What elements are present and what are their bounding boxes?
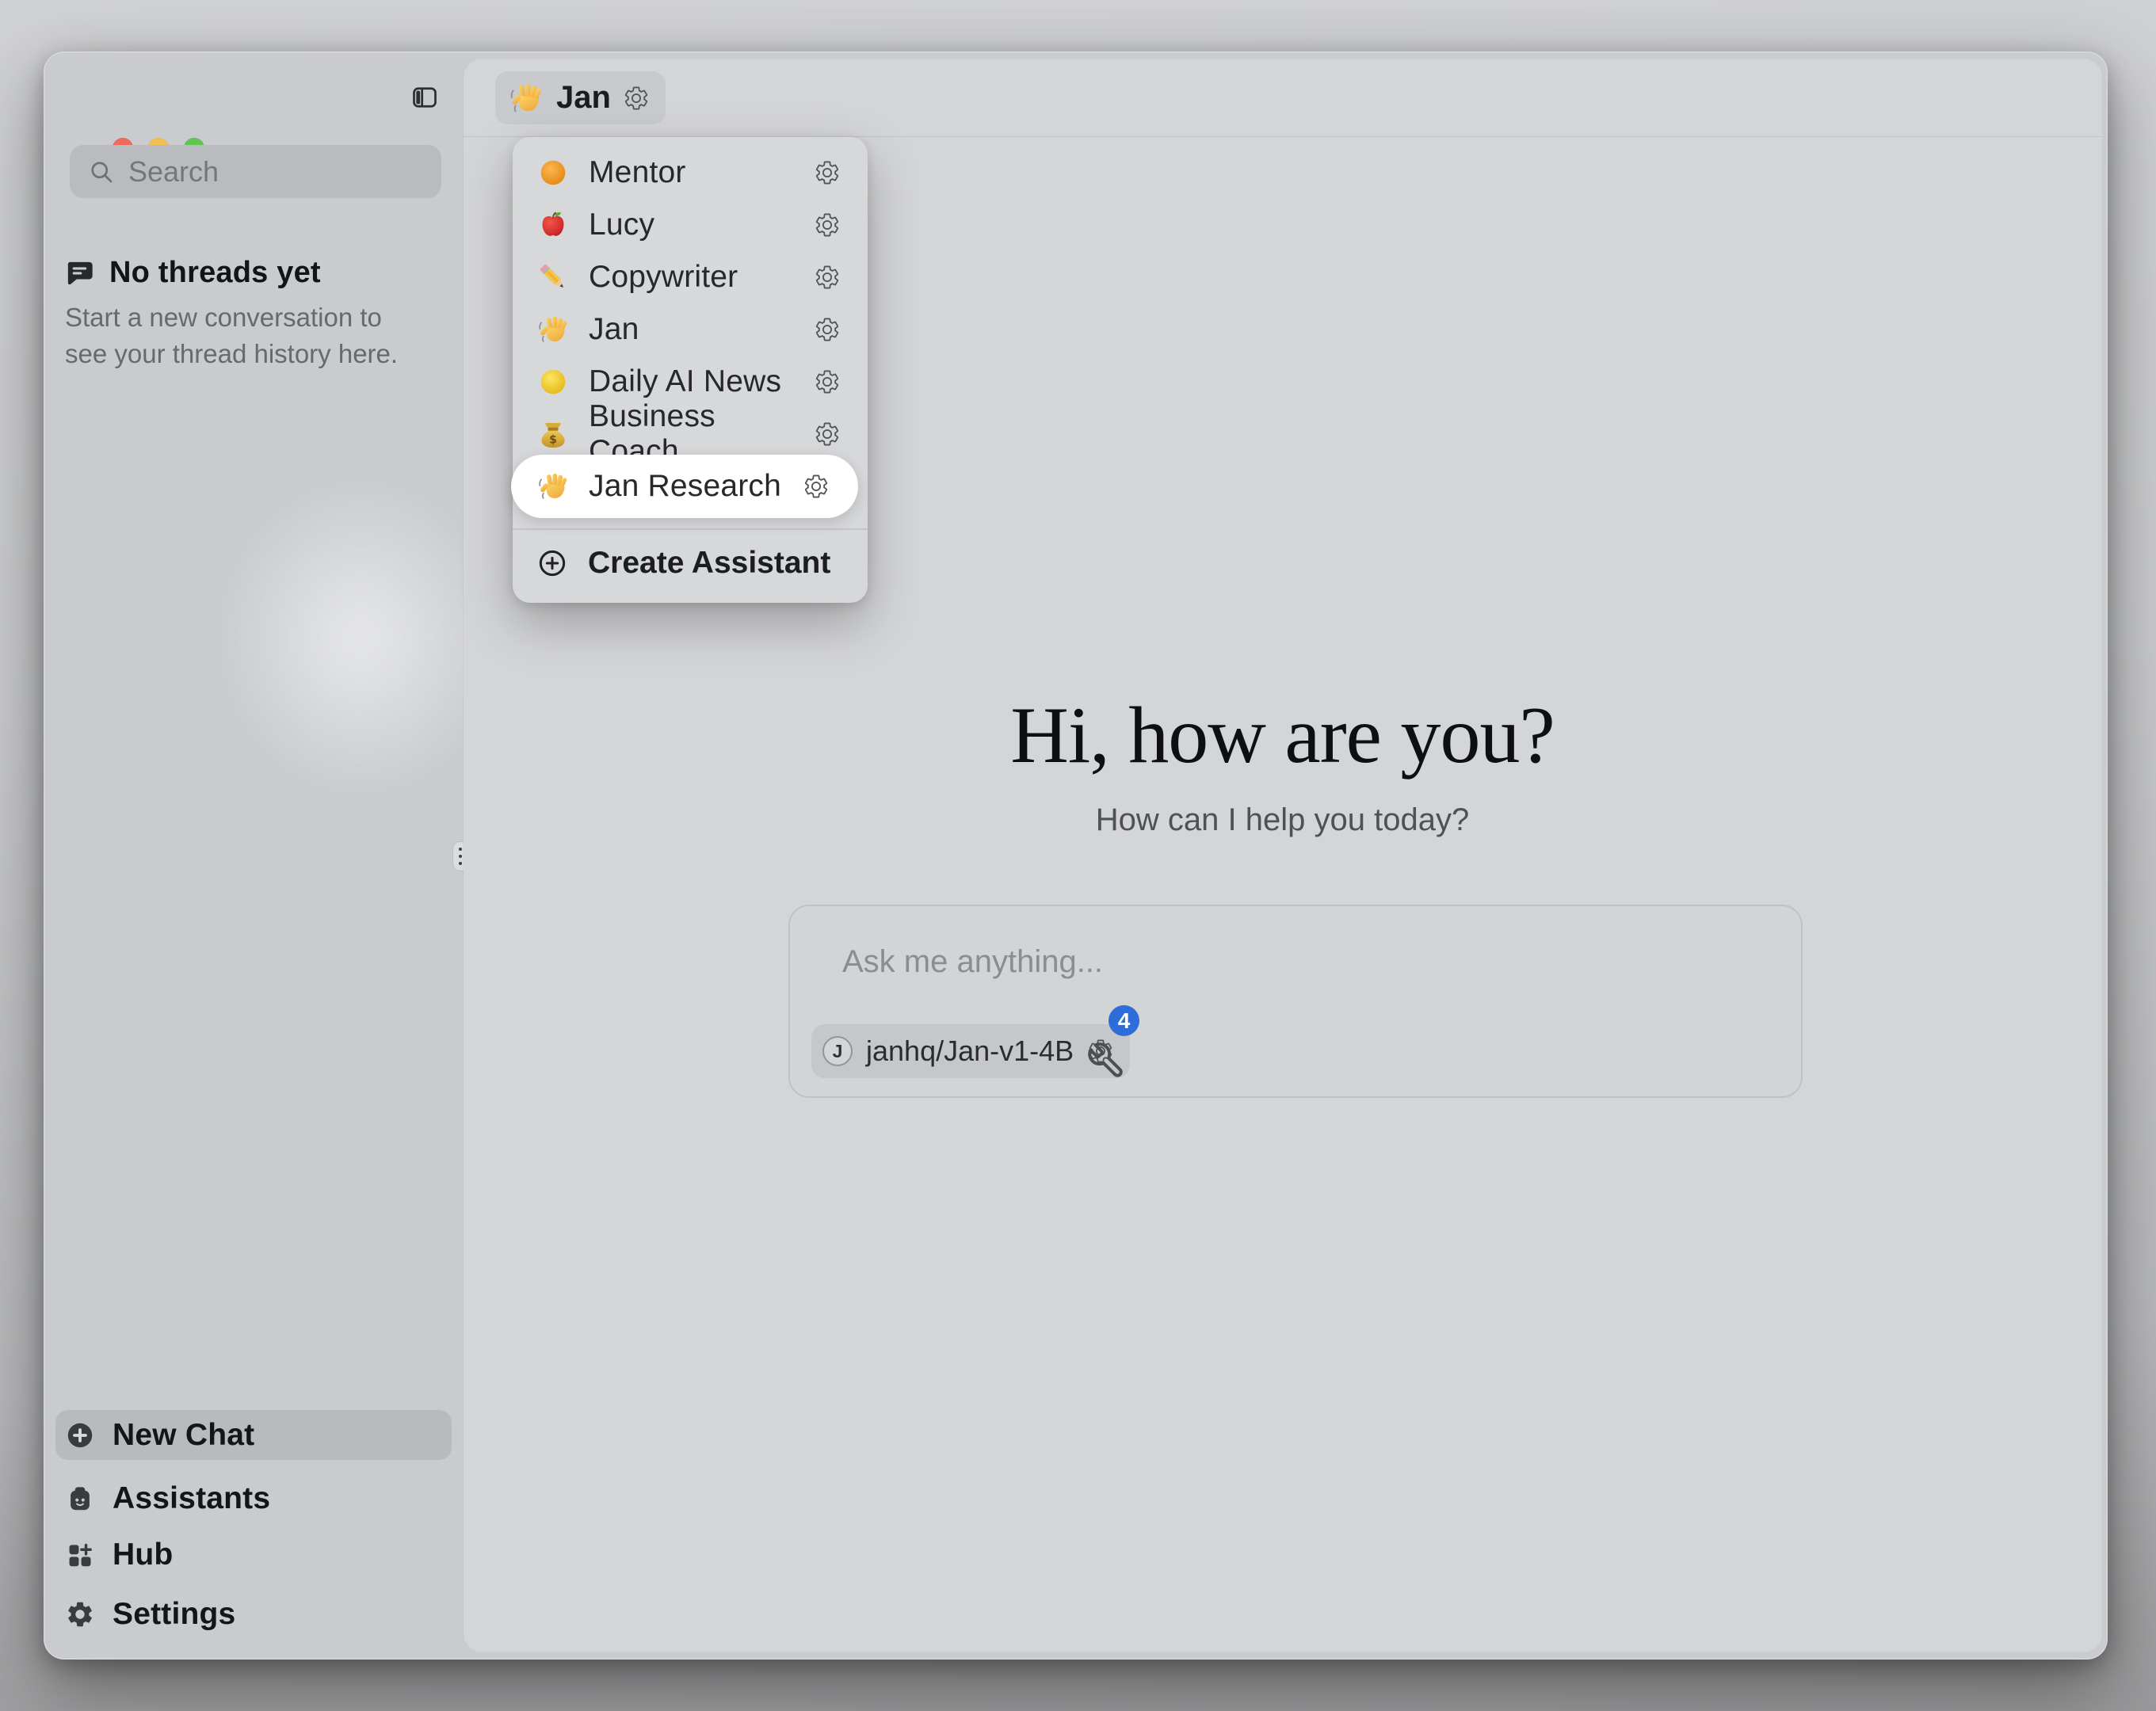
greeting-subtitle: How can I help you today? [464, 802, 2101, 838]
gear-filled-icon [65, 1599, 95, 1629]
menu-item-label: Jan Research [589, 469, 781, 504]
tools-button[interactable] [1086, 1041, 1126, 1080]
chat-input[interactable] [841, 943, 1747, 1001]
menu-item-lucy[interactable]: Lucy [513, 199, 868, 251]
menu-item-mentor[interactable]: Mentor [513, 147, 868, 199]
wave-hand-icon [508, 80, 544, 116]
sidebar-item-label: New Chat [113, 1418, 254, 1453]
greeting-title: Hi, how are you? [464, 689, 2101, 782]
apple-icon [536, 208, 570, 242]
plus-circle-outline-icon [536, 547, 568, 579]
gear-icon[interactable] [814, 316, 841, 343]
create-assistant-label: Create Assistant [588, 546, 830, 581]
menu-item-copywriter[interactable]: Copywriter [513, 251, 868, 303]
sidebar-toggle-button[interactable] [410, 83, 440, 112]
search-box [70, 145, 441, 198]
sidebar-item-assistants[interactable]: Assistants [55, 1473, 452, 1524]
wave-hand-icon [536, 470, 570, 503]
assistant-switcher-button[interactable]: Jan [495, 71, 666, 124]
wave-hand-icon [536, 313, 570, 346]
search-input[interactable] [127, 154, 498, 189]
empty-state-header: No threads yet [63, 256, 321, 290]
assistant-dropdown-menu: Mentor Lucy Copywriter Jan [513, 137, 868, 603]
sidebar-item-label: Settings [113, 1597, 235, 1632]
panel-left-icon [410, 83, 440, 112]
empty-state-description: Start a new conversation to see your thr… [65, 299, 431, 372]
desktop-background: No threads yet Start a new conversation … [0, 0, 2156, 1711]
menu-item-jan[interactable]: Jan [513, 303, 868, 356]
yellow-circle-icon [536, 365, 570, 398]
gear-icon[interactable] [814, 211, 841, 238]
wrench-icon [1086, 1041, 1126, 1080]
money-bag-icon [536, 417, 570, 451]
assistant-switcher-label: Jan [556, 80, 611, 116]
sidebar-item-label: Assistants [113, 1481, 270, 1516]
model-selector-button[interactable]: J janhq/Jan-v1-4B [811, 1024, 1130, 1078]
gear-icon[interactable] [814, 421, 841, 448]
gear-icon[interactable] [623, 85, 650, 112]
empty-state-title: No threads yet [109, 256, 321, 290]
pencil-icon [536, 261, 570, 294]
gear-icon[interactable] [814, 264, 841, 291]
assistant-robot-icon [65, 1484, 95, 1514]
main-header [464, 59, 2101, 137]
jan-app-window: No threads yet Start a new conversation … [44, 51, 2108, 1660]
main-panel: Jan Mentor Lucy Copywriter [464, 59, 2101, 1652]
magnifier-icon [87, 158, 116, 186]
chat-bubble-icon [63, 257, 95, 289]
menu-item-business-coach[interactable]: Business Coach [513, 408, 868, 460]
menu-item-jan-research[interactable]: Jan Research [511, 455, 858, 518]
menu-item-label: Lucy [589, 208, 654, 242]
sidebar-item-hub[interactable]: Hub [55, 1530, 452, 1580]
orange-circle-icon [536, 156, 570, 189]
menu-item-label: Copywriter [589, 260, 738, 295]
plus-circle-icon [65, 1420, 95, 1450]
menu-item-label: Daily AI News [589, 364, 781, 399]
gear-icon[interactable] [803, 473, 830, 500]
menu-item-label: Mentor [589, 155, 686, 190]
menu-item-label: Jan [589, 312, 639, 347]
chat-composer: J janhq/Jan-v1-4B 4 [788, 905, 1803, 1098]
gear-icon[interactable] [814, 159, 841, 186]
sidebar-item-label: Hub [113, 1538, 173, 1572]
model-name: janhq/Jan-v1-4B [866, 1035, 1074, 1068]
gear-icon[interactable] [814, 368, 841, 395]
tools-count-badge: 4 [1109, 1005, 1139, 1036]
model-avatar: J [822, 1036, 853, 1066]
create-assistant-button[interactable]: Create Assistant [513, 536, 868, 590]
sidebar-item-new-chat[interactable]: New Chat [55, 1410, 452, 1460]
menu-divider [513, 528, 868, 530]
hub-grid-icon [65, 1540, 95, 1570]
sidebar-item-settings[interactable]: Settings [55, 1589, 452, 1640]
